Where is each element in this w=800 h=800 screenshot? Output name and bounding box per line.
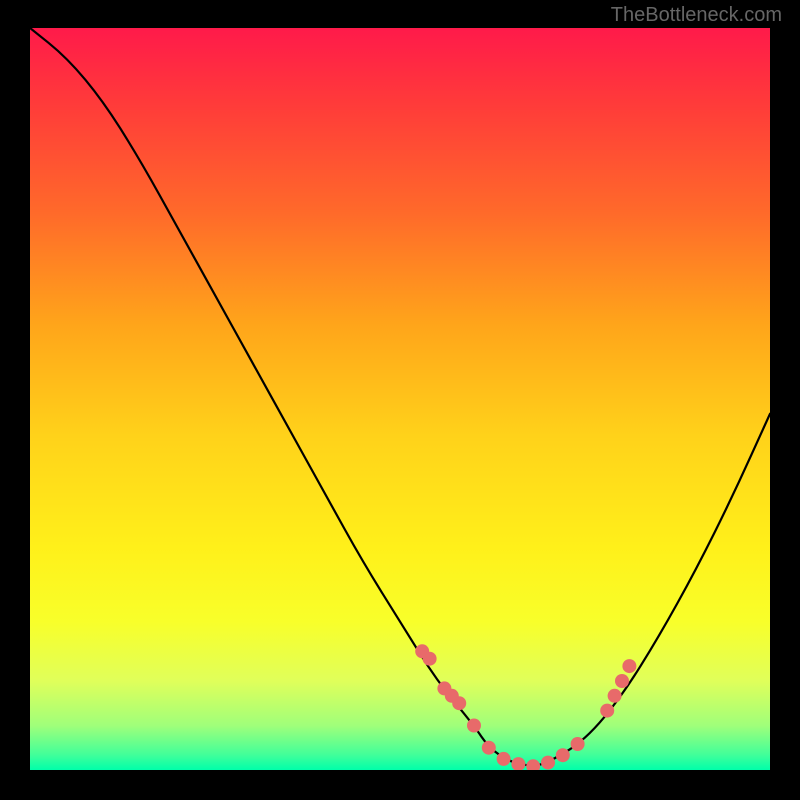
marker-points: [415, 644, 636, 770]
marker-point: [571, 737, 585, 751]
watermark-text: TheBottleneck.com: [611, 4, 782, 27]
marker-point: [452, 696, 466, 710]
chart-svg: [30, 28, 770, 770]
marker-point: [482, 741, 496, 755]
marker-point: [526, 759, 540, 770]
marker-point: [467, 719, 481, 733]
marker-point: [622, 659, 636, 673]
marker-point: [556, 748, 570, 762]
chart-plot-area: [30, 28, 770, 770]
marker-point: [608, 689, 622, 703]
marker-point: [423, 652, 437, 666]
marker-point: [541, 756, 555, 770]
bottleneck-curve: [30, 28, 770, 765]
marker-point: [600, 704, 614, 718]
marker-point: [511, 757, 525, 770]
marker-point: [497, 752, 511, 766]
marker-point: [615, 674, 629, 688]
